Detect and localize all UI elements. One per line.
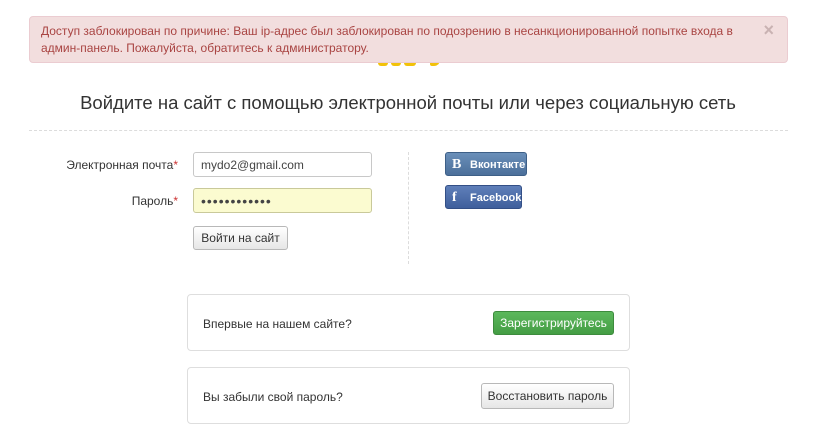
register-panel: Впервые на нашем сайте? Зарегистрируйтес…	[187, 294, 630, 351]
required-mark: *	[173, 158, 178, 172]
required-mark: *	[173, 194, 178, 208]
email-field[interactable]	[193, 152, 372, 177]
login-button[interactable]: Войти на сайт	[193, 226, 288, 250]
restore-password-button[interactable]: Восстановить пароль	[481, 383, 614, 409]
restore-panel: Вы забыли свой пароль? Восстановить паро…	[187, 367, 630, 424]
facebook-login-button[interactable]: f Facebook	[445, 185, 522, 209]
vk-icon: B	[452, 157, 462, 172]
alert-message: Доступ заблокирован по причине: Ваш ip-а…	[41, 24, 733, 55]
close-icon[interactable]: ×	[763, 21, 774, 39]
password-field[interactable]	[193, 188, 372, 213]
register-button[interactable]: Зарегистрируйтесь	[493, 311, 614, 335]
vk-login-button[interactable]: B Вконтакте	[445, 152, 527, 176]
facebook-icon: f	[452, 190, 457, 205]
restore-prompt: Вы забыли свой пароль?	[203, 390, 343, 404]
password-label: Пароль*	[131, 194, 178, 208]
error-alert: Доступ заблокирован по причине: Ваш ip-а…	[29, 16, 788, 63]
email-label: Электронная почта*	[66, 158, 178, 172]
divider	[29, 130, 788, 131]
register-prompt: Впервые на нашем сайте?	[203, 317, 352, 331]
page-title: Войдите на сайт с помощью электронной по…	[80, 92, 736, 113]
vertical-divider	[408, 152, 409, 264]
vk-login-label: Вконтакте	[470, 159, 526, 171]
facebook-login-label: Facebook	[470, 192, 522, 204]
